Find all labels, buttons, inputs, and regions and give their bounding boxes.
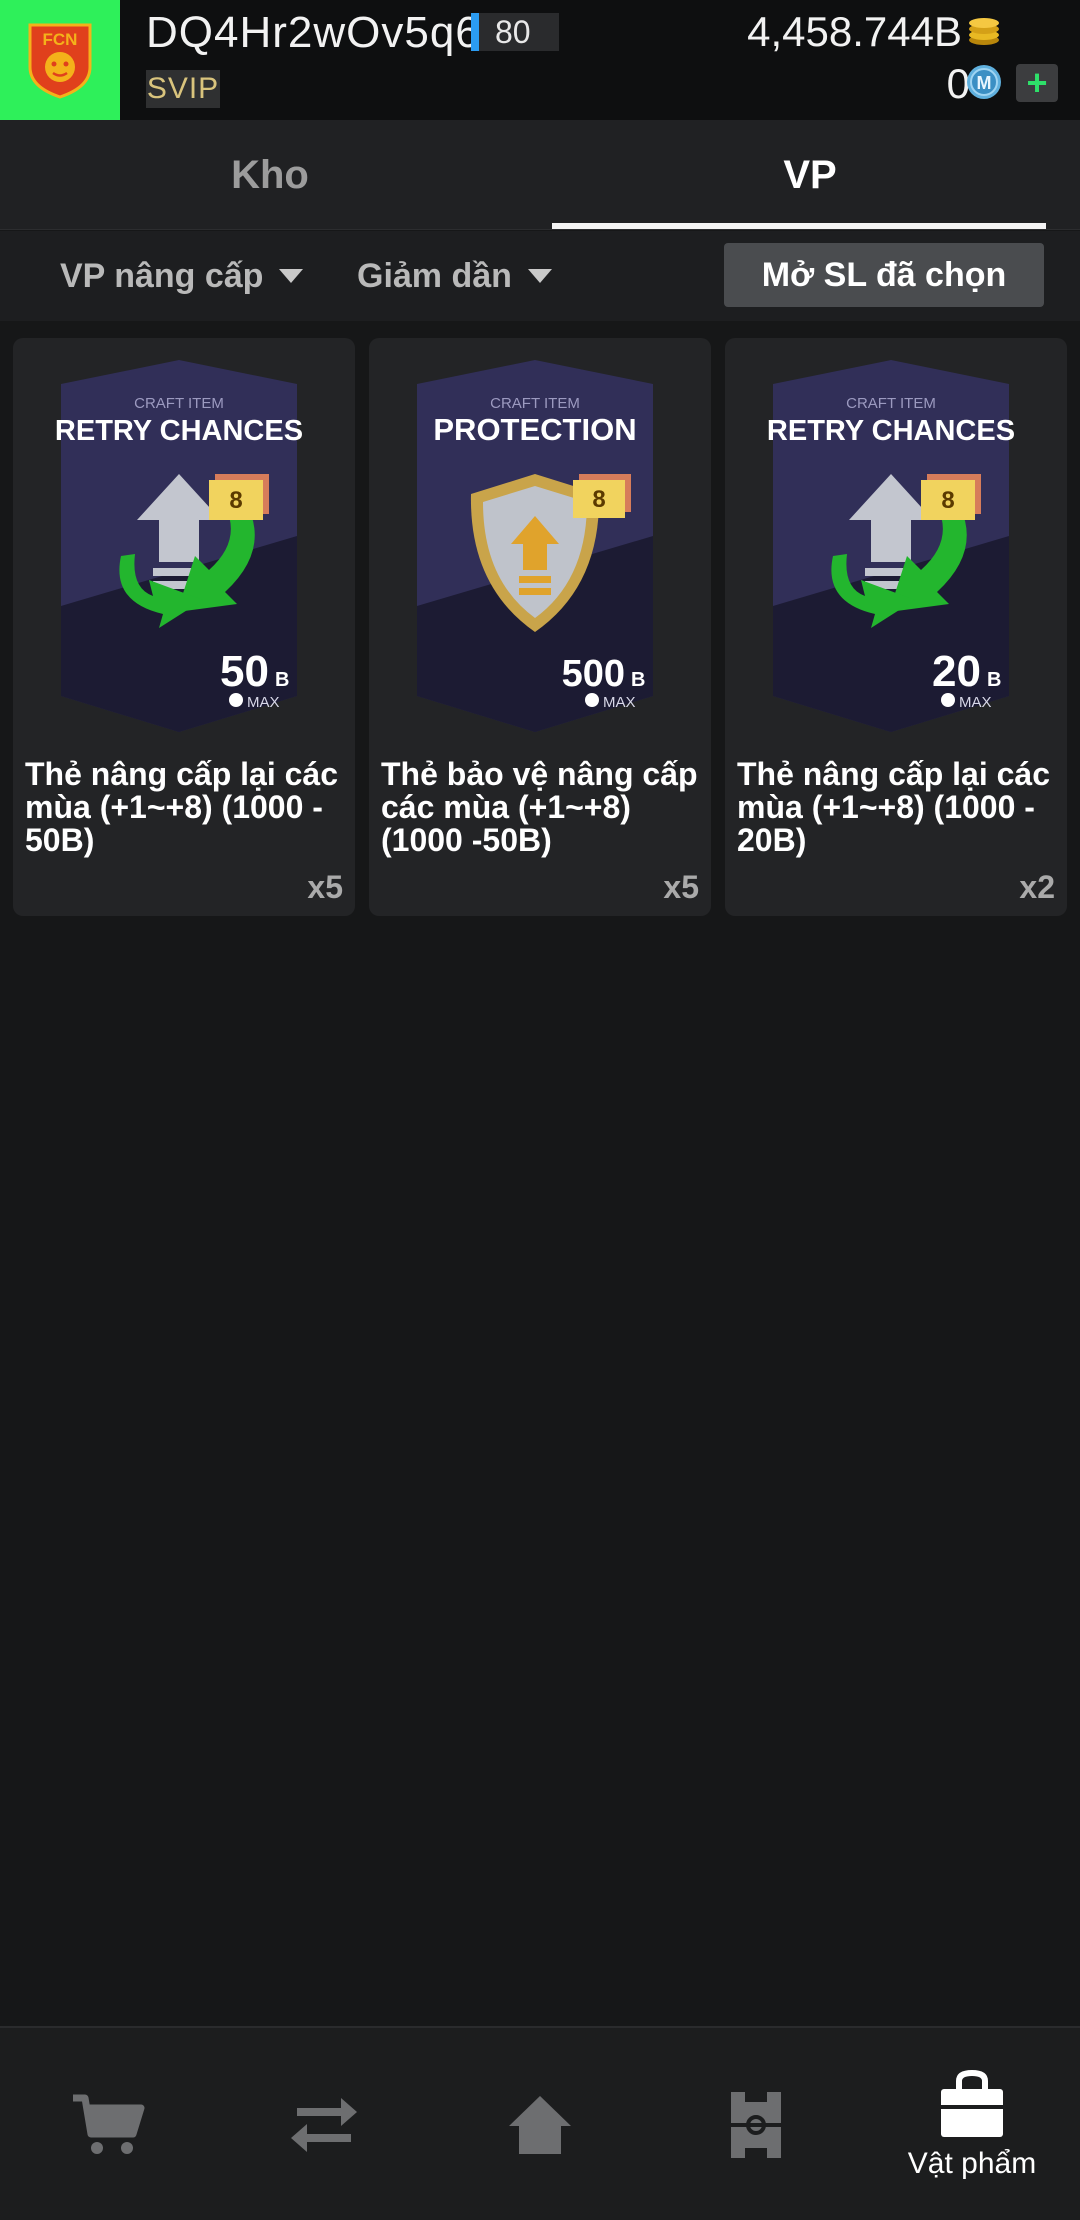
svg-text:CRAFT ITEM: CRAFT ITEM: [846, 395, 936, 412]
add-currency-button[interactable]: +: [1016, 64, 1058, 102]
filter-bar: VP nâng cấp Giảm dần Mở SL đã chọn: [0, 231, 1080, 321]
craft-item-card-image: CRAFT ITEM RETRY CHANCES 8 20 B MAX: [767, 360, 1015, 732]
svg-text:B: B: [987, 669, 1001, 691]
caret-down-icon: [279, 269, 304, 283]
active-tab-indicator: [552, 223, 1046, 229]
m-coin-icon: M: [967, 65, 1001, 99]
nav-shop[interactable]: [0, 2028, 216, 2220]
club-logo[interactable]: FCN: [0, 0, 120, 120]
open-selected-button[interactable]: Mở SL đã chọn: [724, 243, 1044, 307]
sort-order-label: Giảm dần: [357, 256, 512, 295]
svg-text:20: 20: [932, 647, 981, 696]
item-card[interactable]: CRAFT ITEM PROTECTION 8 500 B MAX Thẻ bả…: [369, 338, 711, 916]
fcn-lion-crest-icon: FCN: [28, 23, 92, 99]
svg-text:CRAFT ITEM: CRAFT ITEM: [490, 395, 580, 412]
svg-text:8: 8: [592, 486, 605, 513]
nav-items[interactable]: Vật phẩm: [864, 2028, 1080, 2220]
item-name: Thẻ bảo vệ nâng cấp các mùa (+1~+8) (100…: [381, 756, 698, 858]
svg-text:B: B: [631, 669, 645, 691]
svg-text:8: 8: [941, 487, 954, 514]
home-icon: [509, 2096, 571, 2154]
level-badge-icon: 8: [921, 474, 981, 520]
level-badge-icon: 8: [209, 474, 269, 520]
level-badge: 80: [471, 13, 559, 51]
sort-type-label: VP nâng cấp: [60, 256, 264, 295]
nav-squad[interactable]: [648, 2028, 864, 2220]
top-header: FCN DQ4Hr2wOv5q6z 80 SVIP 4,458.744B 0 M…: [0, 0, 1080, 120]
nav-items-label: Vật phẩm: [907, 2147, 1037, 2180]
item-name: Thẻ nâng cấp lại các mùa (+1~+8) (1000 -…: [25, 756, 338, 858]
transfer-icon: [291, 2098, 357, 2152]
sort-order-dropdown[interactable]: Giảm dần: [357, 251, 552, 301]
item-quantity: x5: [307, 869, 343, 905]
craft-item-card-image: CRAFT ITEM PROTECTION 8 500 B MAX: [417, 360, 653, 732]
nav-home[interactable]: [432, 2028, 648, 2220]
level-value: 80: [495, 13, 531, 50]
plus-icon: +: [1026, 62, 1048, 103]
username[interactable]: DQ4Hr2wOv5q6z: [146, 8, 504, 58]
item-quantity: x2: [1019, 869, 1055, 905]
svg-text:500: 500: [562, 653, 625, 695]
level-badge-icon: 8: [573, 474, 631, 518]
svg-text:MAX: MAX: [247, 694, 280, 711]
svg-text:MAX: MAX: [959, 694, 992, 711]
level-bar: [471, 13, 479, 51]
svg-text:PROTECTION: PROTECTION: [433, 412, 636, 447]
tab-vp[interactable]: VP: [540, 120, 1080, 230]
cart-icon: [73, 2094, 145, 2154]
craft-item-card-image: CRAFT ITEM RETRY CHANCES 8 50 B MAX: [55, 360, 303, 732]
svg-text:B: B: [275, 669, 289, 691]
svg-text:M: M: [977, 73, 992, 93]
item-quantity: x5: [663, 869, 699, 905]
svg-text:RETRY CHANCES: RETRY CHANCES: [767, 415, 1015, 447]
caret-down-icon: [527, 269, 552, 283]
item-card[interactable]: CRAFT ITEM RETRY CHANCES 8 50 B MAX Thẻ …: [13, 338, 355, 916]
svg-text:RETRY CHANCES: RETRY CHANCES: [55, 415, 303, 447]
item-name: Thẻ nâng cấp lại các mùa (+1~+8) (1000 -…: [737, 756, 1050, 858]
svg-text:FCN: FCN: [43, 30, 78, 49]
svg-text:8: 8: [229, 487, 242, 514]
svg-text:MAX: MAX: [603, 694, 636, 711]
svg-text:50: 50: [220, 647, 269, 696]
tab-bar: Kho VP: [0, 120, 1080, 230]
tab-kho[interactable]: Kho: [0, 120, 540, 230]
bottom-navigation: Vật phẩm: [0, 2026, 1080, 2220]
nav-transfer[interactable]: [216, 2028, 432, 2220]
vip-badge[interactable]: SVIP: [146, 70, 220, 108]
gold-coins-icon: [969, 18, 999, 45]
sort-type-dropdown[interactable]: VP nâng cấp: [60, 251, 304, 301]
coins-amount: 4,458.744B: [747, 8, 962, 55]
item-card[interactable]: CRAFT ITEM RETRY CHANCES 8 20 B MAX Thẻ …: [725, 338, 1067, 916]
bag-icon: [941, 2069, 1003, 2137]
pitch-icon: [731, 2092, 781, 2158]
svg-text:CRAFT ITEM: CRAFT ITEM: [134, 395, 224, 412]
